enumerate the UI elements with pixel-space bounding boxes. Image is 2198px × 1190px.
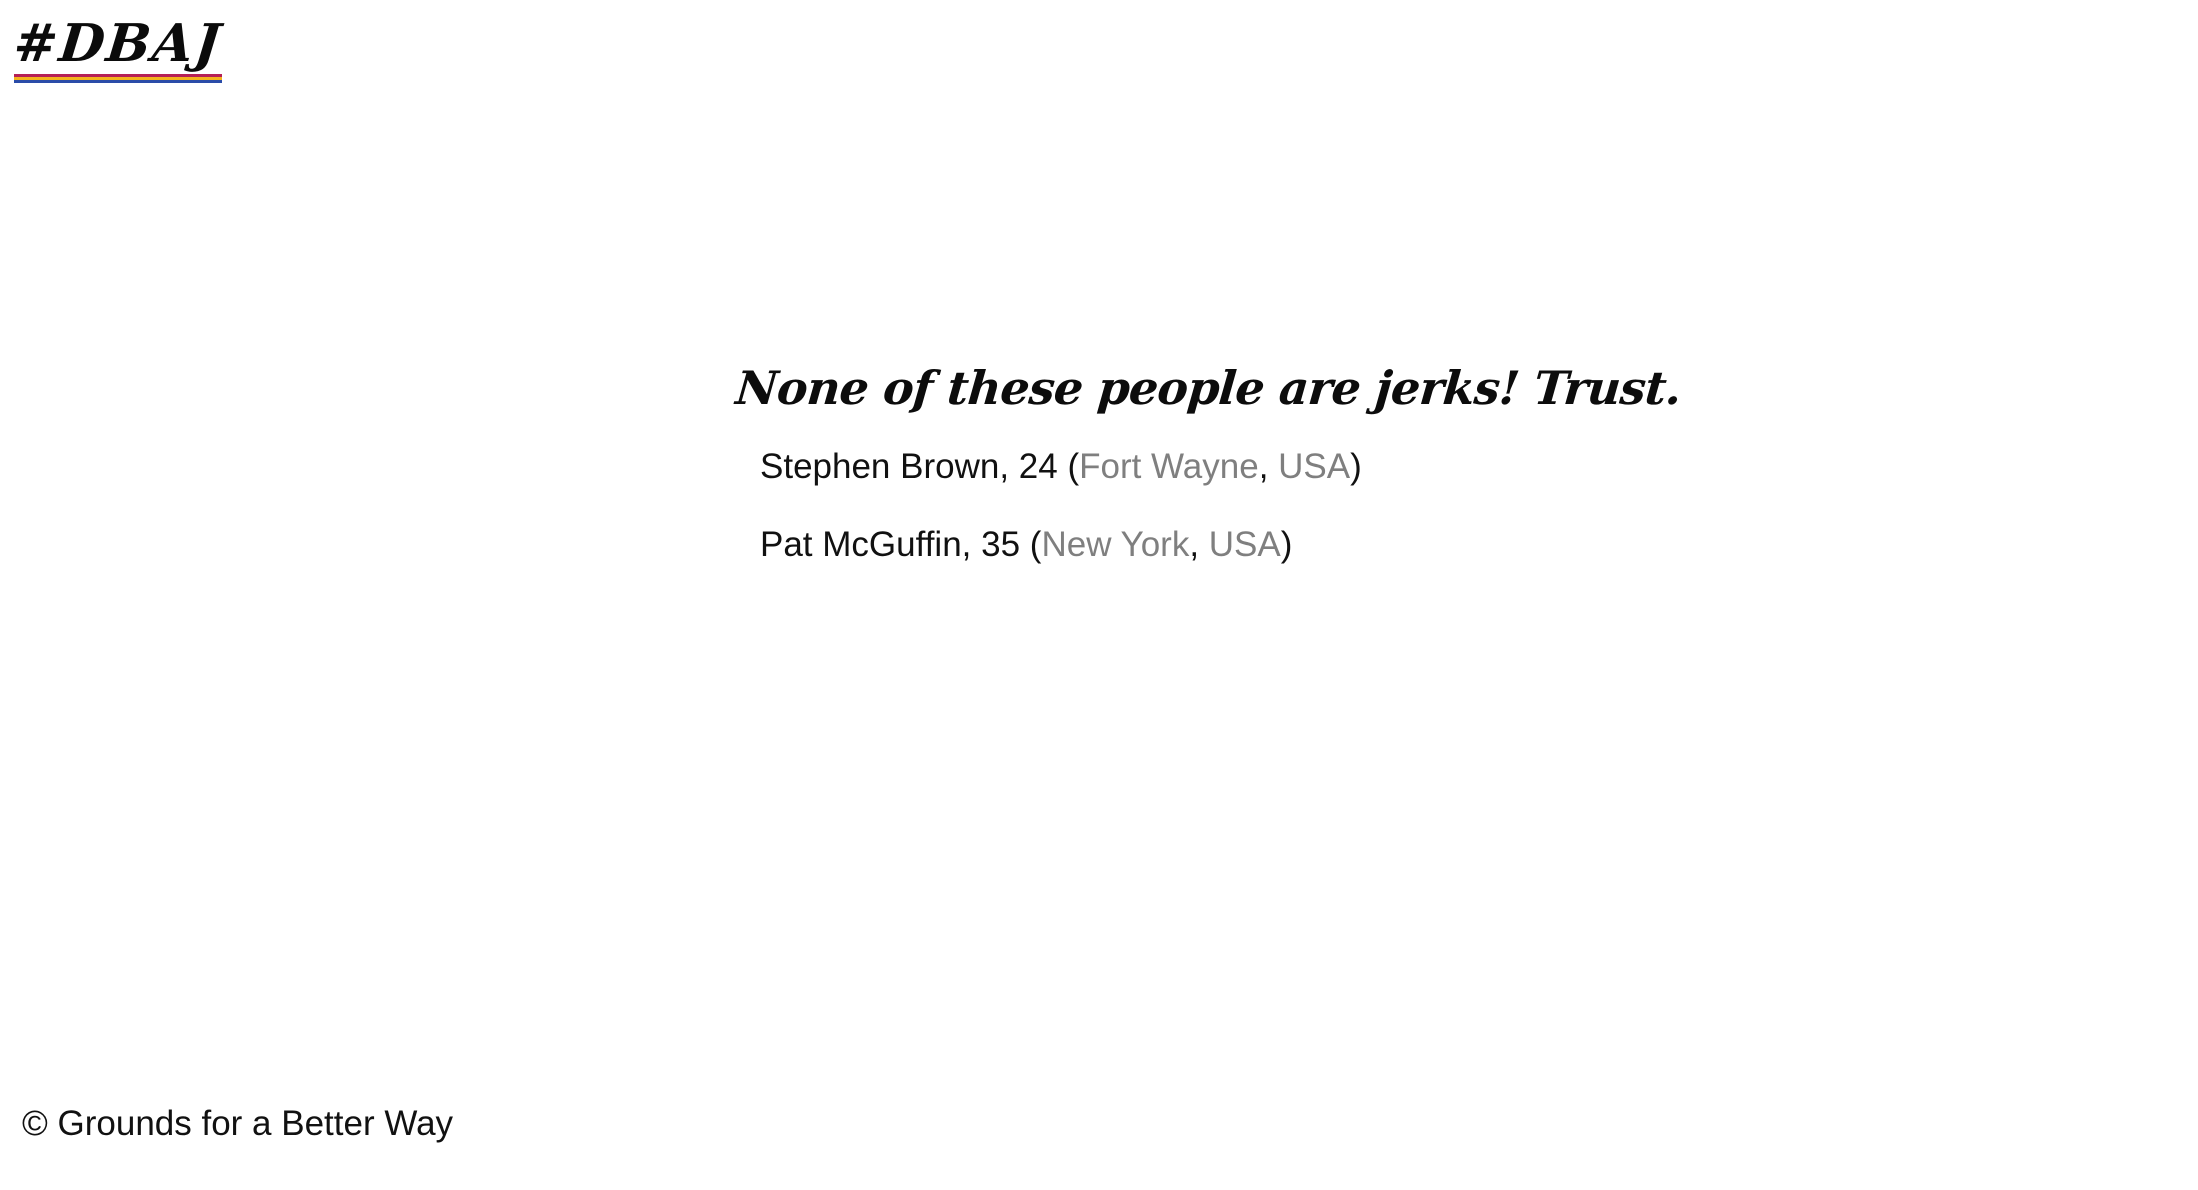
city-link[interactable]: New York bbox=[1041, 525, 1189, 564]
person-name: Stephen Brown bbox=[760, 447, 1000, 486]
page: #DBAJ None of these people are jerks! Tr… bbox=[0, 0, 2198, 1190]
comma-separator: , bbox=[999, 447, 1019, 486]
open-parenthesis: ( bbox=[1020, 525, 1042, 564]
open-parenthesis: ( bbox=[1057, 447, 1080, 486]
logo-stripes bbox=[14, 74, 222, 84]
country-link[interactable]: USA bbox=[1278, 447, 1350, 486]
city-link[interactable]: Fort Wayne bbox=[1079, 447, 1259, 486]
footer-copyright: © Grounds for a Better Way bbox=[22, 1104, 454, 1143]
page-title: None of these people are jerks! Trust. bbox=[733, 361, 1684, 415]
location-separator: , bbox=[1189, 525, 1209, 564]
list-item: Stephen Brown, 24 (Fort Wayne, USA) bbox=[760, 446, 1496, 487]
people-list: Stephen Brown, 24 (Fort Wayne, USA) Pat … bbox=[736, 446, 1496, 565]
location-separator: , bbox=[1258, 447, 1279, 486]
main-content: None of these people are jerks! Trust. S… bbox=[734, 348, 1684, 602]
list-item: Pat McGuffin, 35 (New York, USA) bbox=[760, 524, 1496, 565]
logo-text: #DBAJ bbox=[10, 13, 225, 74]
country-link[interactable]: USA bbox=[1209, 525, 1281, 564]
person-name: Pat McGuffin bbox=[760, 525, 962, 564]
close-parenthesis: ) bbox=[1280, 525, 1293, 564]
person-age: 35 bbox=[981, 525, 1021, 564]
site-logo[interactable]: #DBAJ bbox=[10, 13, 225, 90]
close-parenthesis: ) bbox=[1350, 447, 1362, 486]
person-age: 24 bbox=[1018, 447, 1058, 486]
comma-separator: , bbox=[961, 525, 982, 564]
logo-stripe-blue bbox=[14, 80, 222, 83]
